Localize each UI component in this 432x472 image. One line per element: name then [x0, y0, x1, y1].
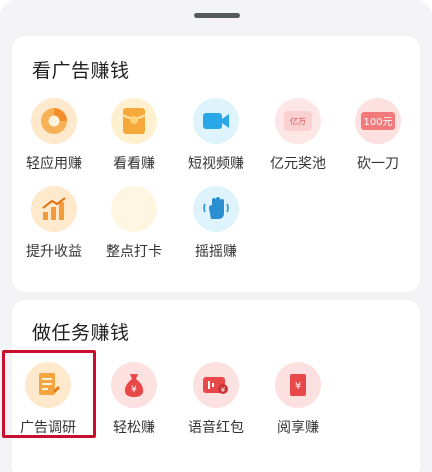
- tile-label: 轻松赚: [113, 420, 155, 436]
- coupon-icon: 100元: [355, 98, 401, 144]
- tile-easy-earn[interactable]: ¥ 轻松赚: [92, 362, 176, 440]
- tile-shake-earn[interactable]: 摇摇赚: [174, 186, 258, 264]
- tasks-section-title: 做任务赚钱: [32, 322, 130, 344]
- tile-label: 砍一刀: [357, 156, 399, 172]
- red-envelope-icon: [111, 98, 157, 144]
- svg-text:¥: ¥: [295, 381, 301, 392]
- voice-red-packet-icon: ¥: [193, 362, 239, 408]
- reading-icon: ¥: [275, 362, 321, 408]
- tile-label: 摇摇赚: [195, 244, 237, 260]
- tile-label: 阅享赚: [277, 420, 319, 436]
- ads-earn-section: 看广告赚钱 轻应用赚 看看赚 短视频赚 亿万 亿元奖池 100元 砍一刀 提升收…: [12, 36, 420, 292]
- tile-light-app-earn[interactable]: 轻应用赚: [12, 98, 96, 176]
- tile-label: 语音红包: [188, 420, 244, 436]
- tile-prize-pool[interactable]: 亿万 亿元奖池: [256, 98, 340, 176]
- pie-chart-icon: [31, 98, 77, 144]
- svg-text:¥: ¥: [221, 386, 226, 394]
- tile-boost-earnings[interactable]: 提升收益: [12, 186, 96, 264]
- tile-label: 亿元奖池: [270, 156, 326, 172]
- video-camera-icon: [193, 98, 239, 144]
- drag-handle[interactable]: [194, 13, 240, 18]
- prize-pool-icon: 亿万: [275, 98, 321, 144]
- bottom-sheet: 看广告赚钱 轻应用赚 看看赚 短视频赚 亿万 亿元奖池 100元 砍一刀 提升收…: [0, 0, 432, 472]
- tile-hourly-clock-in[interactable]: 整点打卡: [92, 186, 176, 264]
- tile-read-earn[interactable]: ¥ 阅享赚: [256, 362, 340, 440]
- ads-section-title: 看广告赚钱: [32, 60, 130, 82]
- money-bag-icon: ¥: [111, 362, 157, 408]
- tile-watch-earn[interactable]: 看看赚: [92, 98, 176, 176]
- tile-label: 提升收益: [26, 244, 82, 260]
- clock-in-icon: [111, 186, 157, 232]
- coupon-badge: 100元: [363, 117, 392, 128]
- rising-chart-icon: [31, 186, 77, 232]
- tile-short-video-earn[interactable]: 短视频赚: [174, 98, 258, 176]
- tile-label: 短视频赚: [188, 156, 244, 172]
- shaking-hand-icon: [193, 186, 239, 232]
- tile-label: 轻应用赚: [26, 156, 82, 172]
- svg-text:¥: ¥: [131, 385, 137, 395]
- selection-highlight-box: [2, 350, 96, 438]
- tile-voice-red-packet[interactable]: ¥ 语音红包: [174, 362, 258, 440]
- tile-label: 看看赚: [113, 156, 155, 172]
- tile-bargain[interactable]: 100元 砍一刀: [336, 98, 420, 176]
- prize-pool-badge: 亿万: [290, 116, 306, 126]
- tile-label: 整点打卡: [106, 244, 162, 260]
